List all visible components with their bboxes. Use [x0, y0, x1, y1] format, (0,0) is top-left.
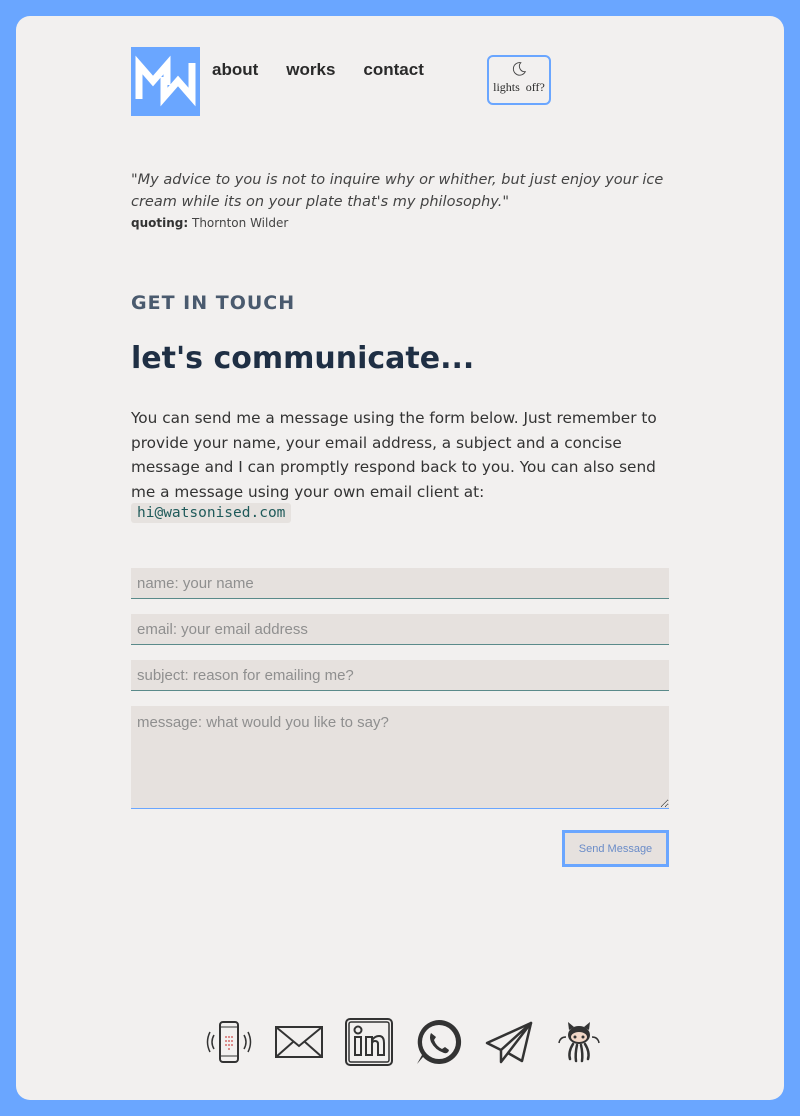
logo-mark-icon — [135, 55, 196, 107]
mail-icon — [275, 1026, 323, 1058]
nav-about[interactable]: about — [212, 60, 258, 80]
quote-author: Thornton Wilder — [192, 216, 289, 230]
section-eyebrow: GET IN TOUCH — [131, 292, 296, 314]
github-icon — [558, 1022, 600, 1063]
email-field[interactable] — [131, 614, 669, 645]
name-field[interactable] — [131, 568, 669, 599]
social-linkedin[interactable] — [344, 1016, 394, 1068]
social-links — [16, 1016, 784, 1068]
main-nav: about works contact — [212, 60, 424, 80]
subject-field[interactable] — [131, 660, 669, 691]
send-message-button[interactable]: Send Message — [562, 830, 669, 867]
social-telegram[interactable] — [484, 1016, 534, 1068]
page-title: let's communicate... — [131, 341, 475, 376]
social-whatsapp[interactable] — [414, 1016, 464, 1068]
nav-works[interactable]: works — [286, 60, 335, 80]
contact-paragraph: You can send me a message using the form… — [131, 409, 657, 501]
nav-contact[interactable]: contact — [363, 60, 423, 80]
quote-attribution: quoting: Thornton Wilder — [131, 216, 288, 230]
social-phone[interactable] — [204, 1016, 254, 1068]
phone-icon — [206, 1021, 252, 1063]
lights-toggle-button[interactable]: lights off? — [487, 55, 551, 105]
social-github[interactable] — [554, 1016, 604, 1068]
whatsapp-icon — [417, 1019, 462, 1064]
page-card: about works contact lights off? "My advi… — [16, 16, 784, 1100]
lights-toggle-label: lights off? — [493, 80, 545, 94]
quoting-label: quoting: — [131, 216, 189, 230]
social-email[interactable] — [274, 1016, 324, 1068]
message-field[interactable] — [131, 706, 669, 809]
moon-icon — [512, 62, 527, 76]
telegram-icon — [485, 1021, 533, 1064]
site-header: about works contact lights off? — [131, 47, 669, 117]
linkedin-icon — [345, 1018, 393, 1066]
contact-email[interactable]: hi@watsonised.com — [131, 503, 292, 523]
logo[interactable] — [131, 47, 200, 116]
quote-text: "My advice to you is not to inquire why … — [131, 172, 664, 210]
